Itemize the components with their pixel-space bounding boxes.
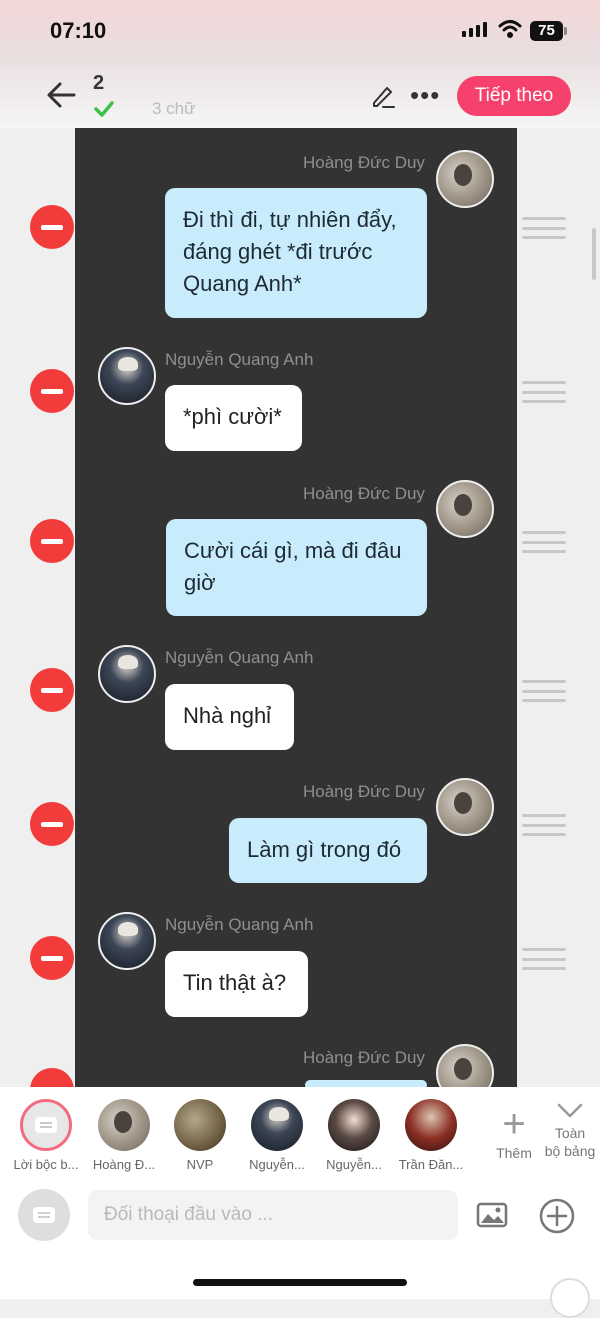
character-label: NVP	[186, 1157, 214, 1172]
avatar	[436, 480, 494, 538]
drag-handle-icon[interactable]	[522, 680, 566, 702]
top-bar: 07:10 75 2 3 chữ ••• Tiếp theo	[0, 0, 600, 128]
scrollbar[interactable]	[592, 228, 596, 280]
speaker-name: Nguyễn Quang Anh	[165, 350, 314, 369]
character-narrator[interactable]: Lời bộc b...	[8, 1099, 84, 1172]
drag-handle-icon[interactable]	[522, 814, 566, 836]
character-hoang[interactable]: Hoàng Đ...	[86, 1099, 162, 1172]
avatar	[174, 1099, 226, 1151]
delete-message-button[interactable]	[30, 369, 74, 413]
message-bubble[interactable]: Đi thì đi, tự nhiên đẩy, đáng ghét *đi t…	[165, 188, 427, 318]
delete-message-button[interactable]	[30, 936, 74, 980]
avatar	[251, 1099, 303, 1151]
dialogue-input[interactable]	[88, 1190, 458, 1240]
avatar	[98, 912, 156, 970]
message-bubble[interactable]: *phì cười*	[165, 385, 302, 451]
avatar	[98, 1099, 150, 1151]
character-label: Nguyễn...	[326, 1157, 382, 1172]
back-arrow-icon[interactable]	[44, 80, 78, 110]
avatar	[436, 778, 494, 836]
drag-handle-icon[interactable]	[522, 948, 566, 970]
more-options-icon[interactable]: •••	[410, 82, 440, 108]
home-indicator	[193, 1279, 407, 1286]
message-bubble[interactable]: Cười cái gì, mà đi đâu giờ	[166, 519, 427, 616]
character-label: Lời bộc b...	[13, 1157, 79, 1172]
avatar	[436, 150, 494, 208]
speaker-name: Hoàng Đức Duy	[303, 1048, 425, 1067]
drag-handle-icon[interactable]	[522, 217, 566, 239]
next-button[interactable]: Tiếp theo	[457, 76, 571, 116]
delete-message-button[interactable]	[30, 802, 74, 846]
character-label: Hoàng Đ...	[92, 1157, 156, 1172]
drag-handle-icon[interactable]	[522, 381, 566, 403]
check-icon	[94, 101, 114, 117]
avatar	[98, 645, 156, 703]
speech-box-icon	[33, 1207, 55, 1223]
speech-box-icon	[35, 1117, 57, 1133]
status-time: 07:10	[50, 18, 107, 43]
delete-message-button[interactable]	[30, 205, 74, 249]
add-circle-icon[interactable]	[538, 1197, 576, 1235]
character-label: Nguyễn...	[249, 1157, 305, 1172]
add-label: Thêm	[496, 1145, 532, 1161]
view-all-label-2: bộ bảng	[544, 1143, 596, 1159]
speaker-name: Nguyễn Quang Anh	[165, 648, 314, 667]
delete-message-button[interactable]	[30, 519, 74, 563]
speaker-name: Nguyễn Quang Anh	[165, 915, 314, 934]
character-nguyen-2[interactable]: Nguyễn...	[316, 1099, 392, 1172]
word-count: 3 chữ	[152, 99, 196, 118]
plus-icon: +	[502, 1102, 526, 1146]
add-character-button[interactable]: + Thêm	[494, 1102, 534, 1161]
narrator-avatar	[20, 1099, 72, 1151]
scroll-up-icon[interactable]	[550, 1278, 590, 1318]
avatar	[405, 1099, 457, 1151]
view-all-label-1: Toàn	[554, 1125, 586, 1141]
character-nguyen-1[interactable]: Nguyễn...	[239, 1099, 315, 1172]
delete-message-button[interactable]	[30, 668, 74, 712]
image-icon[interactable]	[476, 1202, 508, 1228]
wifi-icon	[498, 20, 522, 38]
avatar	[98, 347, 156, 405]
dialogue-type-button[interactable]	[18, 1189, 70, 1241]
character-nvp[interactable]: NVP	[162, 1099, 238, 1172]
avatar	[328, 1099, 380, 1151]
message-bubble[interactable]: Tin thật à?	[165, 951, 308, 1017]
character-label: Trần Đăn...	[398, 1157, 464, 1172]
message-bubble[interactable]: Làm gì trong đó	[229, 818, 427, 883]
battery-icon: 75	[530, 21, 567, 41]
progress-count: 2	[93, 72, 105, 94]
speaker-name: Hoàng Đức Duy	[303, 782, 425, 801]
pencil-icon[interactable]	[370, 83, 396, 109]
view-all-button[interactable]: Toàn bộ bảng	[540, 1101, 600, 1160]
cellular-signal-icon	[462, 22, 487, 37]
character-tran[interactable]: Trần Đăn...	[393, 1099, 469, 1172]
speaker-name: Hoàng Đức Duy	[303, 153, 425, 172]
drag-handle-icon[interactable]	[522, 531, 566, 553]
speaker-name: Hoàng Đức Duy	[303, 484, 425, 503]
chevron-down-icon	[557, 1103, 583, 1118]
message-bubble[interactable]: Nhà nghỉ	[165, 684, 294, 750]
